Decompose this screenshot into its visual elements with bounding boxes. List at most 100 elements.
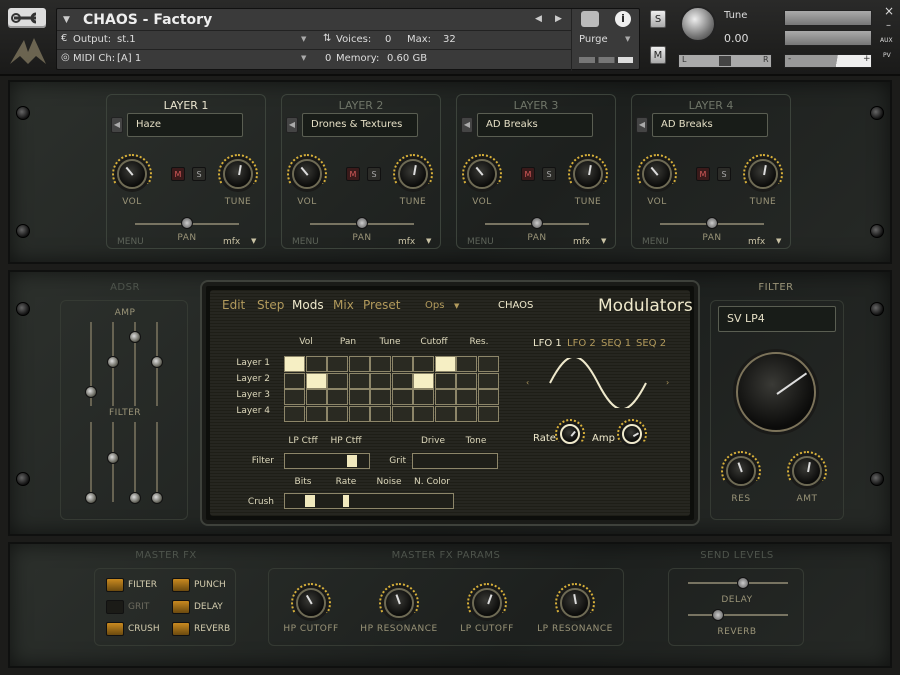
matrix-cell[interactable]: [370, 389, 391, 405]
layer-mfx-button[interactable]: mfx: [748, 237, 765, 247]
layer-mfx-dropdown-icon[interactable]: ▼: [776, 237, 781, 245]
matrix-cell[interactable]: [305, 389, 327, 405]
matrix-cell[interactable]: [434, 372, 456, 389]
matrix-cell[interactable]: [391, 405, 413, 422]
lfo-tab-2[interactable]: LFO 2: [567, 338, 596, 349]
matrix-cell[interactable]: [456, 372, 477, 389]
chevron-down-icon[interactable]: ▼: [63, 15, 70, 25]
adsr-amp-slider-thumb[interactable]: [129, 331, 141, 343]
matrix-cell[interactable]: [327, 405, 348, 422]
speaker-icon[interactable]: ◀: [461, 117, 473, 133]
speaker-icon[interactable]: ◀: [636, 117, 648, 133]
volume-slider[interactable]: - +: [784, 54, 872, 68]
delay-send-thumb[interactable]: [737, 577, 749, 589]
layer-menu-button[interactable]: MENU: [292, 237, 319, 247]
pan-center-handle[interactable]: [719, 56, 731, 66]
filter-res-knob[interactable]: [721, 451, 761, 486]
reverb-send-thumb[interactable]: [712, 609, 724, 621]
ops-menu[interactable]: Ops: [425, 300, 444, 311]
layer-menu-button[interactable]: MENU: [467, 237, 494, 247]
adsr-filter-slider-track[interactable]: [134, 422, 136, 502]
matrix-cell[interactable]: [348, 356, 370, 372]
matrix-cell[interactable]: [477, 389, 499, 405]
adsr-amp-slider-thumb[interactable]: [85, 386, 97, 398]
tune-knob[interactable]: [680, 6, 716, 42]
fx-knob-hp-cutoff[interactable]: [291, 583, 331, 618]
tab-edit[interactable]: Edit: [222, 298, 245, 312]
layer-tune-knob[interactable]: [393, 154, 433, 189]
matrix-cell[interactable]: [413, 389, 434, 405]
adsr-filter-slider-thumb[interactable]: [129, 492, 141, 504]
matrix-cell[interactable]: [284, 405, 305, 422]
matrix-cell[interactable]: [391, 372, 413, 389]
layer-solo-button[interactable]: S: [542, 167, 556, 181]
filter-slots[interactable]: [284, 453, 370, 469]
mute-button[interactable]: M: [650, 46, 666, 64]
layer-vol-knob[interactable]: [287, 154, 327, 189]
pv-label[interactable]: PV: [883, 52, 891, 59]
layer-vol-knob[interactable]: [112, 154, 152, 189]
layer-menu-button[interactable]: MENU: [117, 237, 144, 247]
fx-toggle-delay[interactable]: [172, 600, 190, 614]
matrix-cell[interactable]: [327, 372, 348, 389]
layer-pan-thumb[interactable]: [181, 217, 193, 229]
matrix-cell[interactable]: [327, 389, 348, 405]
filter-type-selector[interactable]: SV LP4: [718, 306, 836, 332]
adsr-filter-slider-thumb[interactable]: [85, 492, 97, 504]
fx-knob-lp-cutoff[interactable]: [467, 583, 507, 618]
tab-step[interactable]: Step: [257, 298, 284, 312]
layer-pan-thumb[interactable]: [531, 217, 543, 229]
output-value[interactable]: st.1: [117, 34, 136, 45]
midi-channel-value[interactable]: [A] 1: [117, 53, 141, 64]
matrix-cell[interactable]: [477, 372, 499, 389]
layer-tune-knob[interactable]: [568, 154, 608, 189]
layer-mfx-dropdown-icon[interactable]: ▼: [601, 237, 606, 245]
layer-vol-knob[interactable]: [462, 154, 502, 189]
matrix-cell[interactable]: [434, 389, 456, 405]
matrix-cell[interactable]: [348, 372, 370, 389]
speaker-icon[interactable]: ◀: [111, 117, 123, 133]
matrix-cell[interactable]: [305, 372, 327, 389]
layer-mute-button[interactable]: M: [346, 167, 360, 181]
layer-preset-selector[interactable]: AD Breaks: [652, 113, 768, 137]
matrix-cell[interactable]: [434, 405, 456, 422]
layer-mfx-button[interactable]: mfx: [573, 237, 590, 247]
matrix-cell[interactable]: [370, 372, 391, 389]
output-dropdown-icon[interactable]: ▼: [301, 35, 306, 43]
pan-slider[interactable]: L R: [678, 54, 772, 68]
layer-mute-button[interactable]: M: [696, 167, 710, 181]
instrument-title[interactable]: CHAOS - Factory: [83, 12, 212, 28]
fx-knob-lp-resonance[interactable]: [555, 583, 595, 618]
speaker-icon[interactable]: ◀: [286, 117, 298, 133]
tab-mods[interactable]: Mods: [292, 298, 324, 312]
grit-slots[interactable]: [412, 453, 498, 469]
max-voices-value[interactable]: 32: [443, 34, 456, 45]
close-icon[interactable]: ×: [884, 4, 894, 18]
matrix-cell[interactable]: [370, 405, 391, 422]
fx-knob-hp-resonance[interactable]: [379, 583, 419, 618]
prev-arrow-icon[interactable]: ◀: [535, 14, 542, 24]
reverb-send-track[interactable]: [688, 614, 788, 616]
matrix-cell[interactable]: [413, 405, 434, 422]
layer-solo-button[interactable]: S: [717, 167, 731, 181]
matrix-cell[interactable]: [284, 356, 305, 372]
matrix-cell[interactable]: [391, 389, 413, 405]
filter-amt-knob[interactable]: [787, 451, 827, 486]
midi-dropdown-icon[interactable]: ▼: [301, 54, 306, 62]
matrix-cell[interactable]: [327, 356, 348, 372]
matrix-cell[interactable]: [456, 356, 477, 372]
layer-mfx-dropdown-icon[interactable]: ▼: [426, 237, 431, 245]
layer-mfx-dropdown-icon[interactable]: ▼: [251, 237, 256, 245]
layer-tune-knob[interactable]: [218, 154, 258, 189]
solo-button[interactable]: S: [650, 10, 666, 28]
ops-dropdown-icon[interactable]: ▼: [454, 302, 459, 310]
matrix-cell[interactable]: [477, 405, 499, 422]
matrix-cell[interactable]: [305, 405, 327, 422]
lfo-tab-1[interactable]: LFO 1: [533, 338, 562, 349]
matrix-cell[interactable]: [456, 405, 477, 422]
wrench-icon[interactable]: [8, 8, 46, 28]
matrix-cell[interactable]: [370, 356, 391, 372]
layer-preset-selector[interactable]: AD Breaks: [477, 113, 593, 137]
matrix-cell[interactable]: [348, 389, 370, 405]
matrix-cell[interactable]: [284, 372, 305, 389]
